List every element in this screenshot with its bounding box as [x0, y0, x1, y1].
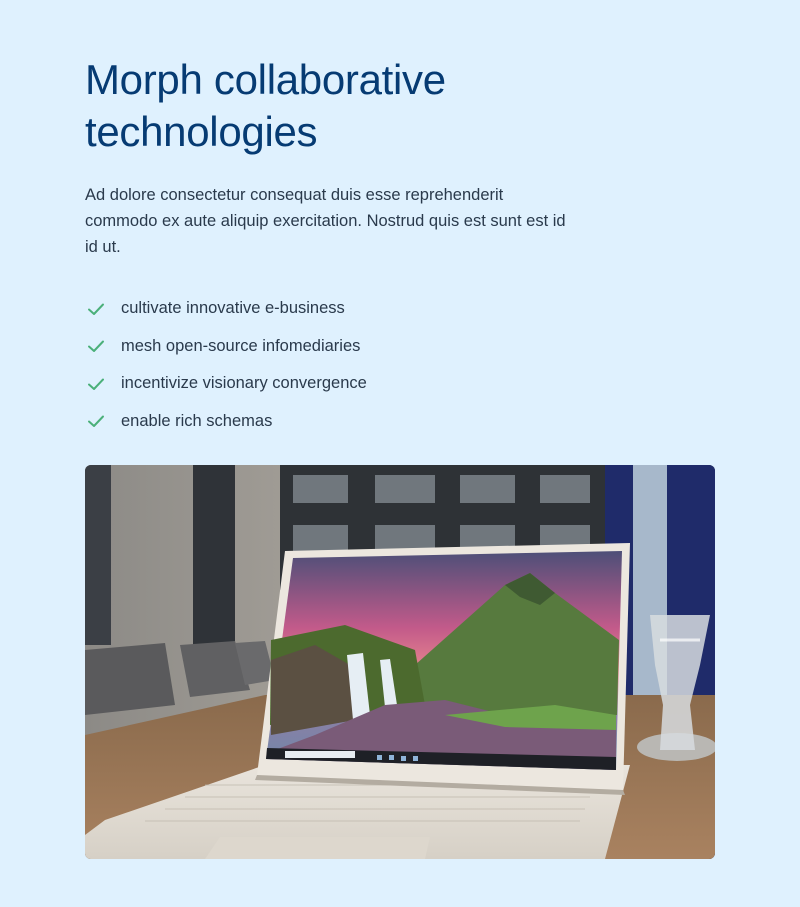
feature-item: cultivate innovative e-business: [85, 290, 367, 328]
check-icon: [85, 298, 107, 320]
page-title-line-2: technologies: [85, 108, 318, 155]
feature-label: enable rich schemas: [121, 411, 273, 430]
feature-item: mesh open-source infomediaries: [85, 328, 367, 366]
laptop-photo: [85, 465, 715, 859]
check-icon: [85, 335, 107, 357]
feature-item: enable rich schemas: [85, 403, 367, 441]
check-icon: [85, 410, 107, 432]
feature-label: incentivize visionary convergence: [121, 374, 367, 393]
feature-list: cultivate innovative e-business mesh ope…: [85, 290, 367, 440]
feature-label: mesh open-source infomediaries: [121, 336, 361, 355]
page-title: Morph collaborative technologies: [85, 54, 605, 158]
feature-item: incentivize visionary convergence: [85, 365, 367, 403]
feature-label: cultivate innovative e-business: [121, 299, 345, 318]
check-icon: [85, 373, 107, 395]
description-paragraph: Ad dolore consectetur consequat duis ess…: [85, 186, 566, 256]
page-title-line-1: Morph collaborative: [85, 56, 446, 103]
